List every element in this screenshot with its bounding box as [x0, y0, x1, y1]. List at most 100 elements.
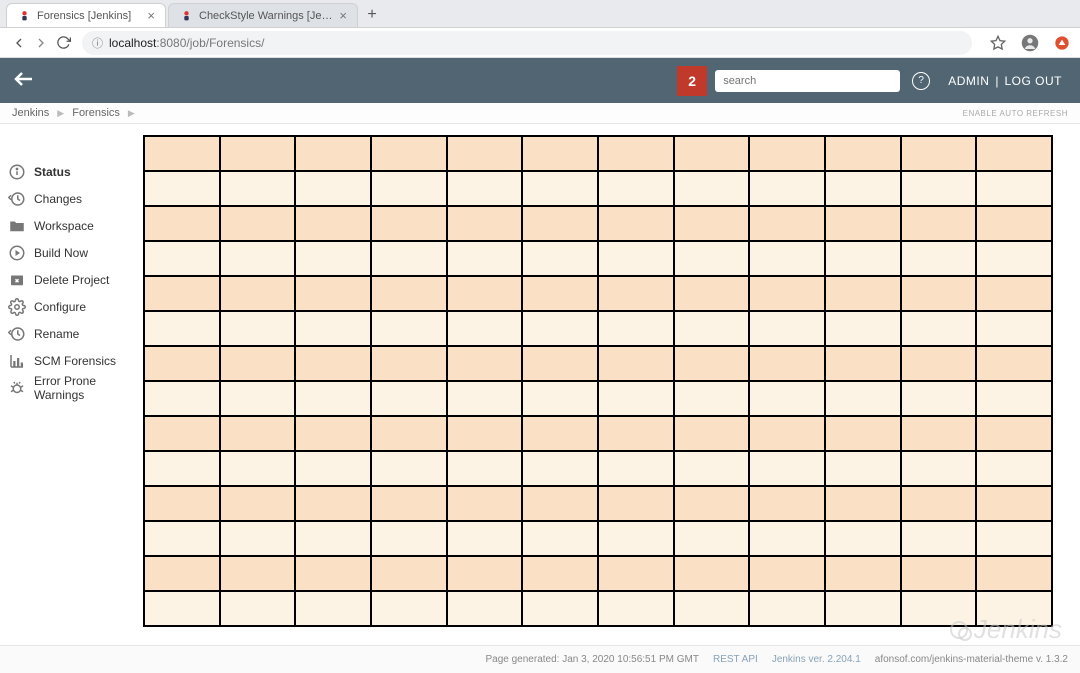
- sidebar-item-status[interactable]: Status: [8, 159, 137, 185]
- table-cell: [901, 451, 977, 486]
- table-cell: [598, 591, 674, 626]
- close-icon[interactable]: ×: [339, 9, 347, 22]
- table-cell: [598, 416, 674, 451]
- table-cell: [220, 556, 296, 591]
- logout-link[interactable]: LOG OUT: [1004, 74, 1062, 88]
- table-cell: [901, 486, 977, 521]
- table-cell: [598, 311, 674, 346]
- table-cell: [976, 276, 1052, 311]
- admin-link[interactable]: ADMIN: [948, 74, 989, 88]
- table-cell: [295, 276, 371, 311]
- star-icon[interactable]: [988, 33, 1008, 53]
- table-cell: [295, 311, 371, 346]
- table-cell: [901, 171, 977, 206]
- table-cell: [825, 416, 901, 451]
- sidebar-item-workspace[interactable]: Workspace: [8, 213, 137, 239]
- table-cell: [674, 311, 750, 346]
- table-cell: [295, 451, 371, 486]
- table-cell: [901, 416, 977, 451]
- table-cell: [371, 591, 447, 626]
- table-cell: [976, 346, 1052, 381]
- table-cell: [220, 591, 296, 626]
- table-cell: [749, 171, 825, 206]
- table-cell: [674, 556, 750, 591]
- sidebar-item-label: Build Now: [34, 246, 88, 260]
- bug-icon: [8, 379, 26, 397]
- browser-tab[interactable]: CheckStyle Warnings [Jenkins] ×: [168, 3, 358, 27]
- sidebar-item-delete-project[interactable]: Delete Project: [8, 267, 137, 293]
- table-row: [144, 556, 1052, 591]
- table-row: [144, 381, 1052, 416]
- table-cell: [674, 171, 750, 206]
- sidebar-item-scm-forensics[interactable]: SCM Forensics: [8, 348, 137, 374]
- sidebar-item-label: Changes: [34, 192, 82, 206]
- table-cell: [447, 206, 523, 241]
- table-cell: [976, 381, 1052, 416]
- close-icon[interactable]: ×: [147, 9, 155, 22]
- extension-icon[interactable]: [1052, 33, 1072, 53]
- sidebar-item-changes[interactable]: Changes: [8, 186, 137, 212]
- table-cell: [749, 381, 825, 416]
- table-cell: [447, 381, 523, 416]
- notification-badge[interactable]: 2: [677, 66, 707, 96]
- table-cell: [976, 206, 1052, 241]
- table-cell: [295, 556, 371, 591]
- table-cell: [976, 171, 1052, 206]
- back-button[interactable]: [8, 32, 30, 54]
- table-cell: [825, 451, 901, 486]
- version-link[interactable]: Jenkins ver. 2.204.1: [772, 654, 861, 665]
- table-cell: [220, 171, 296, 206]
- table-cell: [825, 311, 901, 346]
- history-icon: [8, 190, 26, 208]
- table-cell: [220, 241, 296, 276]
- sidebar-item-build-now[interactable]: Build Now: [8, 240, 137, 266]
- browser-tab[interactable]: Forensics [Jenkins] ×: [6, 3, 166, 27]
- new-tab-button[interactable]: +: [360, 3, 384, 27]
- table-cell: [371, 381, 447, 416]
- auto-refresh-link[interactable]: ENABLE AUTO REFRESH: [963, 109, 1068, 118]
- table-cell: [522, 521, 598, 556]
- table-cell: [522, 591, 598, 626]
- help-icon[interactable]: ?: [912, 72, 930, 90]
- breadcrumb-item[interactable]: Jenkins: [12, 107, 49, 119]
- table-cell: [749, 136, 825, 171]
- reload-button[interactable]: [52, 32, 74, 54]
- profile-icon[interactable]: [1020, 33, 1040, 53]
- table-cell: [901, 206, 977, 241]
- sidebar-item-error-prone-warnings[interactable]: Error Prone Warnings: [8, 375, 137, 401]
- sidebar-item-rename[interactable]: Rename: [8, 321, 137, 347]
- app-header: 2 ? ADMIN | LOG OUT: [0, 58, 1080, 103]
- table-cell: [976, 486, 1052, 521]
- search-input[interactable]: [715, 70, 900, 92]
- table-cell: [674, 416, 750, 451]
- table-cell: [976, 416, 1052, 451]
- data-grid: [143, 135, 1053, 627]
- table-row: [144, 591, 1052, 626]
- table-cell: [220, 521, 296, 556]
- table-cell: [220, 136, 296, 171]
- table-cell: [447, 556, 523, 591]
- table-cell: [749, 556, 825, 591]
- table-cell: [825, 241, 901, 276]
- table-cell: [220, 206, 296, 241]
- table-cell: [371, 206, 447, 241]
- url-text: localhost:8080/job/Forensics/: [109, 36, 264, 50]
- sidebar-item-configure[interactable]: Configure: [8, 294, 137, 320]
- chevron-right-icon: ▶: [57, 108, 64, 119]
- table-cell: [295, 206, 371, 241]
- table-cell: [144, 556, 220, 591]
- breadcrumb-item[interactable]: Forensics: [72, 107, 120, 119]
- chevron-right-icon: ▶: [128, 108, 135, 119]
- url-field[interactable]: ⓘ localhost:8080/job/Forensics/: [82, 31, 972, 55]
- sidebar-item-label: Error Prone Warnings: [34, 374, 137, 402]
- site-info-icon[interactable]: ⓘ: [92, 35, 103, 51]
- table-cell: [144, 136, 220, 171]
- tab-title: Forensics [Jenkins]: [37, 10, 141, 22]
- chart-icon: [8, 352, 26, 370]
- back-arrow-icon[interactable]: [12, 67, 36, 94]
- rest-api-link[interactable]: REST API: [713, 654, 758, 665]
- table-cell: [901, 591, 977, 626]
- url-bar: ⓘ localhost:8080/job/Forensics/: [0, 28, 1080, 58]
- table-cell: [976, 241, 1052, 276]
- forward-button[interactable]: [30, 32, 52, 54]
